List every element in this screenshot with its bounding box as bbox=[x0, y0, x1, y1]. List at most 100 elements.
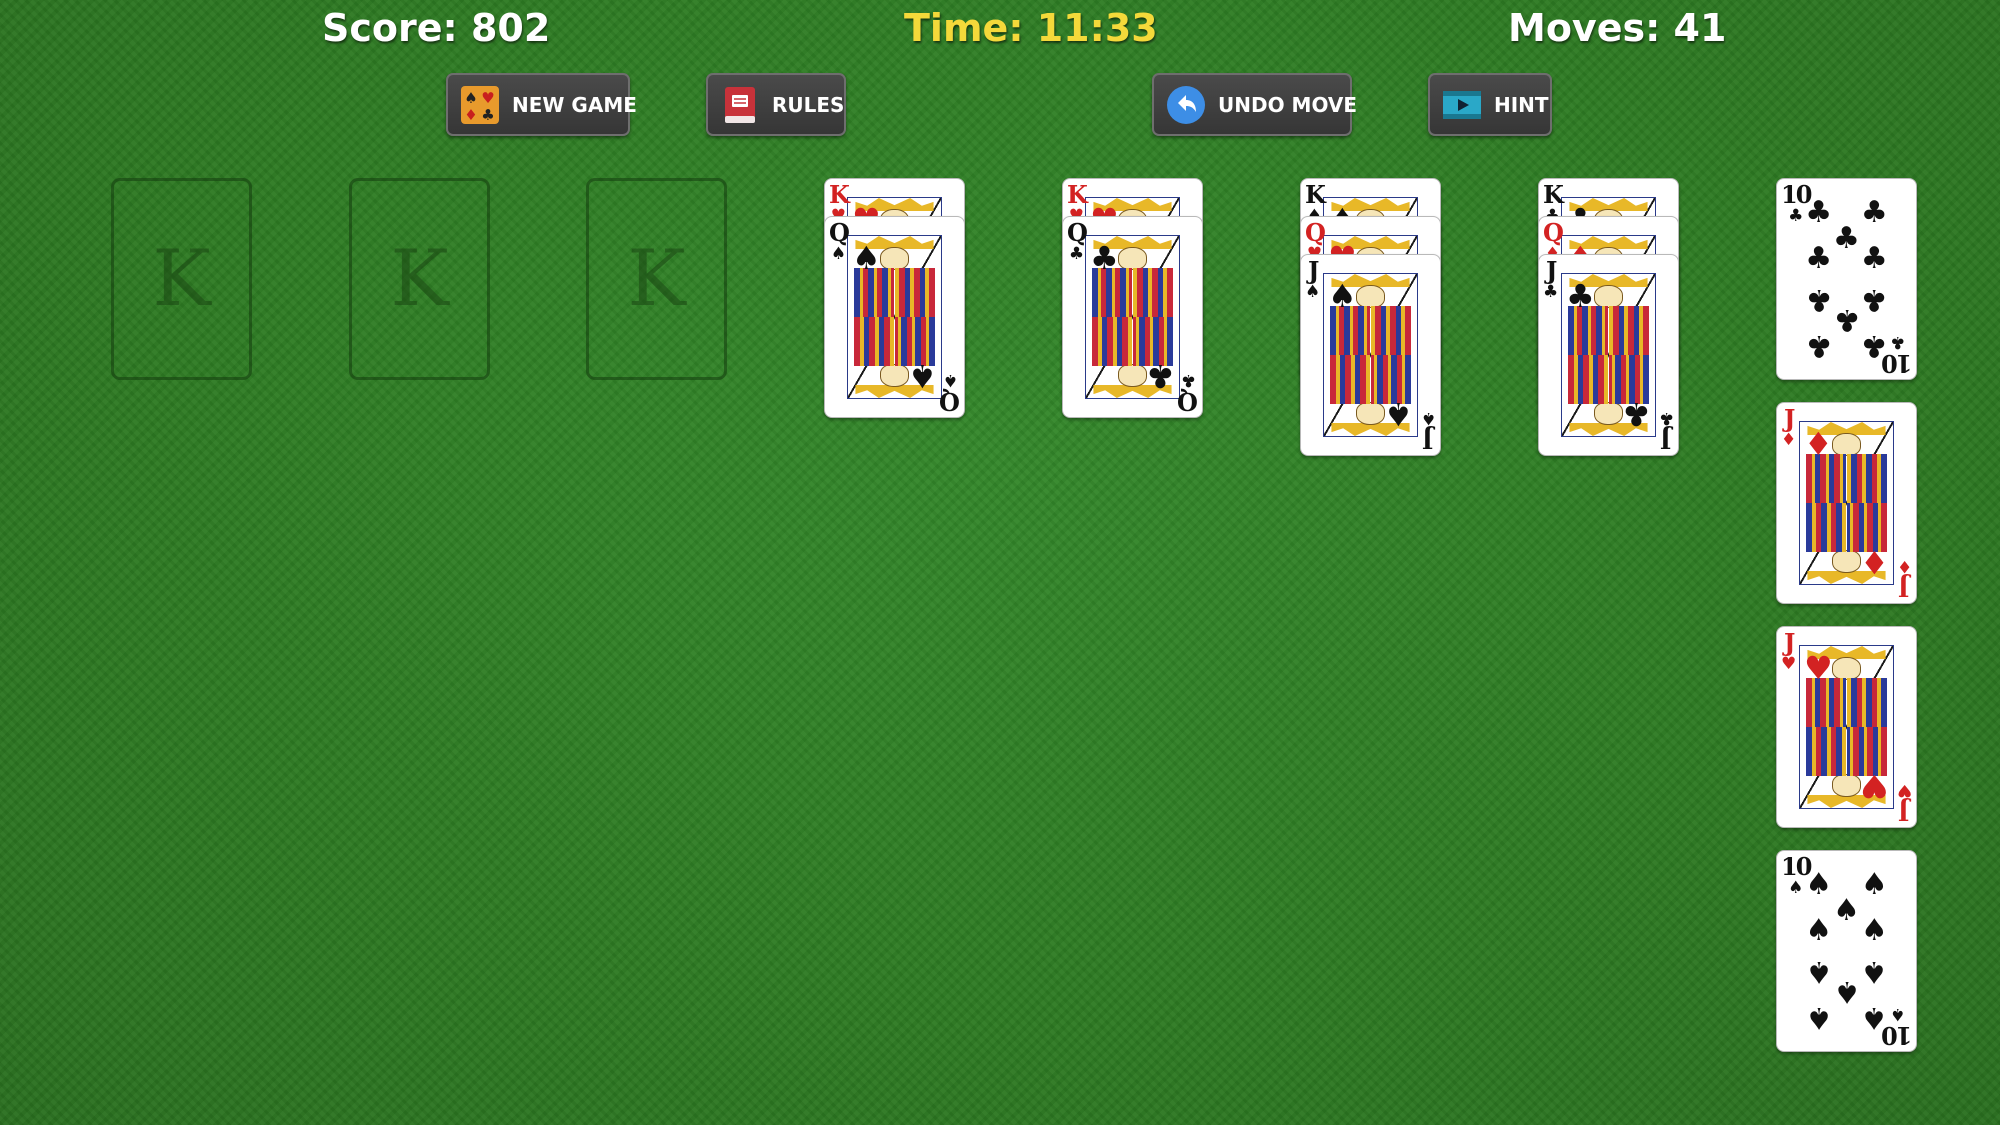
playing-card[interactable]: ♣ ♣ Q ♣ Q ♣ bbox=[1062, 216, 1203, 418]
card-index-bottom: 10 ♣ bbox=[1882, 332, 1912, 378]
card-index: 10 ♣ bbox=[1781, 180, 1812, 226]
court-suit-symbol: ♣ bbox=[1090, 239, 1119, 277]
hint-label: HINT bbox=[1494, 92, 1549, 117]
playing-card[interactable]: ♠ ♠ ♠ ♠ ♠ ♠ ♠ ♠ ♠ ♠ 10 ♠ 10 ♠ bbox=[1776, 850, 1917, 1052]
moves-display: Moves: 41 bbox=[1508, 6, 1727, 50]
card-suit: ♠ bbox=[942, 370, 959, 390]
empty-king-slot[interactable]: K bbox=[586, 178, 727, 380]
card-rank: K bbox=[1543, 180, 1564, 209]
card-rank: J bbox=[1899, 797, 1910, 826]
card-suit: ♣ bbox=[1788, 206, 1804, 226]
card-suit: ♦ bbox=[1896, 556, 1912, 576]
court-card-artwork: ♥♥ bbox=[1799, 645, 1894, 809]
card-pip: ♠ bbox=[1805, 913, 1833, 948]
card-rank: J bbox=[1661, 425, 1672, 454]
card-rank: 10 bbox=[1882, 1021, 1912, 1050]
rules-button[interactable]: RULES bbox=[706, 73, 846, 136]
slot-letter: K bbox=[627, 234, 686, 324]
court-suit-symbol: ♦ bbox=[1860, 543, 1889, 581]
card-suit: ♣ bbox=[1889, 332, 1905, 352]
slot-letter: K bbox=[390, 234, 449, 324]
card-suit: ♠ bbox=[1788, 878, 1804, 898]
card-suit: ♥ bbox=[1781, 654, 1797, 674]
card-rank: 10 bbox=[1882, 349, 1912, 378]
court-suit-symbol: ♠ bbox=[908, 357, 937, 395]
card-pip: ♣ bbox=[1860, 241, 1888, 276]
card-pip: ♠ bbox=[1833, 974, 1860, 1009]
playing-card[interactable]: ♦ ♦ J ♦ J ♦ bbox=[1776, 402, 1917, 604]
card-pip: ♠ bbox=[1860, 954, 1888, 989]
card-rank: J bbox=[1899, 573, 1910, 602]
undo-arrow-icon bbox=[1167, 85, 1205, 124]
court-suit-symbol: ♦ bbox=[1804, 425, 1833, 463]
court-suit-symbol: ♥ bbox=[1804, 649, 1833, 687]
card-index: J ♣ bbox=[1543, 259, 1558, 301]
card-rank: K bbox=[1067, 180, 1088, 209]
card-suit: ♣ bbox=[1068, 244, 1085, 264]
card-index-bottom: J ♥ bbox=[1896, 780, 1912, 826]
card-pip: ♣ bbox=[1805, 328, 1833, 363]
card-suit: ♣ bbox=[1543, 282, 1559, 302]
card-rank: J bbox=[1783, 628, 1795, 657]
hint-button[interactable]: HINT bbox=[1428, 73, 1552, 136]
undo-move-button[interactable]: UNDO MOVE bbox=[1152, 73, 1357, 136]
card-suit: ♥ bbox=[1896, 780, 1912, 800]
court-card-artwork: ♣♣ bbox=[1561, 273, 1656, 437]
court-card-artwork: ♦♦ bbox=[1799, 421, 1894, 585]
card-index: J ♠ bbox=[1305, 259, 1320, 301]
card-rank: K bbox=[829, 180, 850, 209]
svg-text:♣: ♣ bbox=[481, 106, 494, 124]
card-rank: 10 bbox=[1781, 852, 1812, 881]
court-card-artwork: ♣♣ bbox=[1085, 235, 1180, 399]
card-pip: ♠ bbox=[1805, 954, 1833, 989]
empty-king-slot[interactable]: K bbox=[111, 178, 252, 380]
card-index: J ♦ bbox=[1781, 407, 1796, 449]
card-rank: Q bbox=[1305, 218, 1326, 247]
slot-letter: K bbox=[152, 234, 211, 324]
card-rank: J bbox=[1783, 404, 1795, 433]
card-pip: ♠ bbox=[1860, 913, 1888, 948]
card-rank: Q bbox=[1179, 387, 1198, 416]
undo-move-label: UNDO MOVE bbox=[1218, 92, 1358, 117]
card-index: 10 ♠ bbox=[1781, 852, 1812, 898]
card-pip: ♠ bbox=[1805, 1000, 1833, 1035]
card-suit: ♣ bbox=[1180, 370, 1197, 390]
new-game-button[interactable]: ♠ ♥ ♦ ♣ NEW GAME bbox=[446, 73, 637, 136]
court-suit-symbol: ♠ bbox=[1384, 395, 1413, 433]
empty-king-slot[interactable]: K bbox=[349, 178, 490, 380]
card-index-bottom: Q ♣ bbox=[1179, 370, 1198, 416]
score-display: Score: 802 bbox=[322, 6, 551, 50]
card-suit: ♠ bbox=[830, 244, 847, 264]
card-index-bottom: 10 ♠ bbox=[1882, 1004, 1912, 1050]
card-index-bottom: J ♦ bbox=[1896, 556, 1912, 602]
time-display: Time: 11:33 bbox=[904, 6, 1158, 50]
card-pip: ♠ bbox=[1833, 893, 1860, 928]
card-rank: Q bbox=[1067, 218, 1088, 247]
playing-card[interactable]: ♠ ♠ Q ♠ Q ♠ bbox=[824, 216, 965, 418]
card-pip: ♠ bbox=[1860, 867, 1888, 902]
book-icon bbox=[725, 86, 755, 123]
card-suit: ♣ bbox=[1658, 408, 1674, 428]
card-suit: ♠ bbox=[1889, 1004, 1905, 1024]
court-card-artwork: ♠♠ bbox=[1323, 273, 1418, 437]
court-suit-symbol: ♣ bbox=[1622, 395, 1651, 433]
card-suit: ♠ bbox=[1305, 282, 1321, 302]
playing-card[interactable]: ♣ ♣ ♣ ♣ ♣ ♣ ♣ ♣ ♣ ♣ 10 ♣ 10 ♣ bbox=[1776, 178, 1917, 380]
court-suit-symbol: ♥ bbox=[1860, 767, 1889, 805]
new-game-label: NEW GAME bbox=[512, 92, 637, 117]
card-index: Q ♣ bbox=[1067, 218, 1088, 264]
card-pip: ♣ bbox=[1805, 282, 1833, 317]
card-pip: ♣ bbox=[1860, 282, 1888, 317]
playing-card[interactable]: ♠ ♠ J ♠ J ♠ bbox=[1300, 254, 1441, 456]
rules-label: RULES bbox=[772, 92, 845, 117]
card-index: Q ♠ bbox=[829, 221, 850, 264]
card-suit: ♠ bbox=[1420, 408, 1436, 428]
playing-card[interactable]: ♥ ♥ J ♥ J ♥ bbox=[1776, 626, 1917, 828]
card-pip: ♣ bbox=[1833, 302, 1860, 337]
film-play-icon bbox=[1443, 90, 1481, 119]
playing-card[interactable]: ♣ ♣ J ♣ J ♣ bbox=[1538, 254, 1679, 456]
card-index: J ♥ bbox=[1781, 631, 1796, 673]
court-suit-symbol: ♠ bbox=[852, 239, 881, 277]
card-rank: 10 bbox=[1781, 180, 1812, 209]
card-pip: ♣ bbox=[1833, 221, 1860, 256]
